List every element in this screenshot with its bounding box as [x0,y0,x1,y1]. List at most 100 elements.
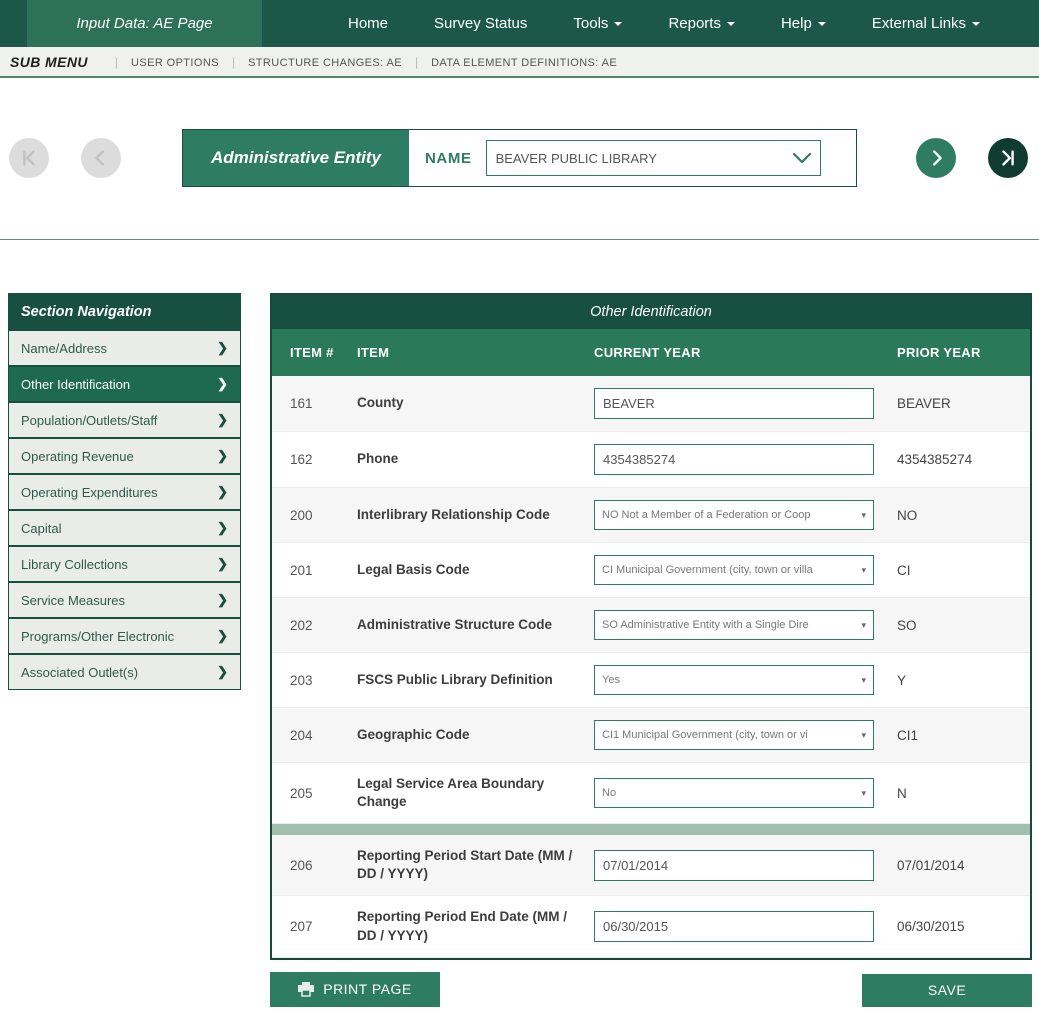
skip-last-icon [997,147,1019,169]
section-navigation-sidebar: Section Navigation Name/Address❯Other Id… [8,293,241,690]
item-label: Reporting Period Start Date (MM / DD / Y… [357,835,594,896]
item-label: Legal Basis Code [357,543,594,598]
prior-year-value: NO [897,488,1030,543]
nav-item-reports[interactable]: Reports [668,15,735,32]
item-number: 207 [272,896,357,957]
chevron-right-icon: ❯ [217,628,228,644]
item-number: 202 [272,598,357,653]
sidebar-item-population-outlets-staff[interactable]: Population/Outlets/Staff❯ [9,401,240,437]
table-row: 205Legal Service Area Boundary ChangeNo▾… [272,763,1030,824]
sidebar-title: Section Navigation [9,294,240,329]
chevron-right-icon: ❯ [217,340,228,356]
item-162-input[interactable] [594,444,874,475]
print-page-label: PRINT PAGE [323,981,412,997]
prior-year-value: 06/30/2015 [897,896,1030,957]
sidebar-item-library-collections[interactable]: Library Collections❯ [9,545,240,581]
table-body: 161CountyBEAVER162Phone4354385274200Inte… [272,376,1030,957]
submenu-separator: | [232,55,235,69]
last-record-button[interactable] [988,138,1028,178]
prior-year-value: SO [897,598,1030,653]
nav-active-page[interactable]: Input Data: AE Page [27,0,262,47]
item-204-select[interactable]: CI1 Municipal Government (city, town or … [594,720,874,750]
dropdown-arrow-icon: ▾ [861,788,866,799]
entity-name-select[interactable]: BEAVER PUBLIC LIBRARY [486,140,821,176]
nav-item-help[interactable]: Help [781,15,826,32]
sidebar-item-service-measures[interactable]: Service Measures❯ [9,581,240,617]
table-row: 203FSCS Public Library DefinitionYes▾Y [272,653,1030,708]
submenu-item-user-options[interactable]: USER OPTIONS [131,57,219,69]
current-year-cell: No▾ [594,763,897,824]
item-number: 204 [272,708,357,763]
column-header-prior-year: PRIOR YEAR [897,329,1030,376]
item-207-input[interactable] [594,911,874,942]
table-row: 206Reporting Period Start Date (MM / DD … [272,835,1030,896]
top-navbar: Input Data: AE Page Home Survey Status Too… [0,0,1039,47]
submenu-items: |USER OPTIONS|STRUCTURE CHANGES: AE|DATA… [102,55,617,69]
selected-option-label: CI1 Municipal Government (city, town or … [602,729,856,741]
current-year-cell: NO Not a Member of a Federation or Coop▾ [594,488,897,543]
prior-year-value: N [897,763,1030,824]
item-161-input[interactable] [594,388,874,419]
sidebar-item-programs-other-electronic[interactable]: Programs/Other Electronic ❯ [9,617,240,653]
sidebar-item-label: Population/Outlets/Staff [21,413,157,428]
nav-item-label: External Links [872,15,966,32]
sidebar-item-operating-expenditures[interactable]: Operating Expenditures❯ [9,473,240,509]
item-label: Administrative Structure Code [357,598,594,653]
sidebar-item-other-identification[interactable]: Other Identification❯ [9,365,240,401]
printer-icon [298,982,314,997]
item-number: 203 [272,653,357,708]
nav-item-survey-status[interactable]: Survey Status [434,15,527,32]
chevron-right-icon: ❯ [217,664,228,680]
sidebar-item-label: Library Collections [21,557,128,572]
item-label: Interlibrary Relationship Code [357,488,594,543]
column-header-item: ITEM [357,329,594,376]
item-203-select[interactable]: Yes▾ [594,665,874,695]
sidebar-item-capital[interactable]: Capital❯ [9,509,240,545]
entity-selector-box: Administrative Entity NAME BEAVER PUBLIC… [182,129,857,187]
chevron-down-icon [972,22,980,26]
item-205-select[interactable]: No▾ [594,778,874,808]
sidebar-item-label: Programs/Other Electronic [21,629,174,644]
table-header-row: ITEM #ITEMCURRENT YEARPRIOR YEAR [272,329,1030,376]
item-201-select[interactable]: CI Municipal Government (city, town or v… [594,555,874,585]
submenu-item-data-element-definitions-ae[interactable]: DATA ELEMENT DEFINITIONS: AE [431,57,617,69]
chevron-right-icon: ❯ [217,448,228,464]
sidebar-items: Name/Address❯Other Identification❯Popula… [9,329,240,689]
previous-record-button[interactable] [81,138,121,178]
separator-row [272,824,1030,835]
chevron-down-icon [818,22,826,26]
save-button[interactable]: SAVE [862,974,1032,1007]
prior-year-value: 4354385274 [897,432,1030,488]
submenu-item-structure-changes-ae[interactable]: STRUCTURE CHANGES: AE [248,57,402,69]
first-record-button[interactable] [9,138,49,178]
sidebar-item-label: Capital [21,521,61,536]
print-page-button[interactable]: PRINT PAGE [270,972,440,1007]
nav-item-tools[interactable]: Tools [573,15,622,32]
next-record-button[interactable] [916,138,956,178]
item-206-input[interactable] [594,850,874,881]
table-row: 161CountyBEAVER [272,376,1030,432]
chevron-down-icon [614,22,622,26]
current-year-cell [594,896,897,957]
sidebar-item-operating-revenue[interactable]: Operating Revenue❯ [9,437,240,473]
nav-item-label: Reports [668,15,721,32]
sidebar-item-associated-outlet-s[interactable]: Associated Outlet(s)❯ [9,653,240,689]
table-row: 207Reporting Period End Date (MM / DD / … [272,896,1030,957]
sidebar-item-label: Service Measures [21,593,125,608]
chevron-right-icon: ❯ [217,484,228,500]
item-label: FSCS Public Library Definition [357,653,594,708]
nav-item-label: Survey Status [434,15,527,32]
nav-item-label: Help [781,15,812,32]
submenu-title: SUB MENU [10,54,88,70]
nav-item-home[interactable]: Home [348,15,388,32]
item-202-select[interactable]: SO Administrative Entity with a Single D… [594,610,874,640]
item-200-select[interactable]: NO Not a Member of a Federation or Coop▾ [594,500,874,530]
prior-year-value: CI [897,543,1030,598]
submenu-separator: | [115,55,118,69]
item-label: Phone [357,432,594,488]
nav-item-external-links[interactable]: External Links [872,15,980,32]
table-row: 200Interlibrary Relationship CodeNO Not … [272,488,1030,543]
panel-title: Other Identification [272,295,1030,329]
sidebar-item-name-address[interactable]: Name/Address❯ [9,329,240,365]
table-row: 162Phone4354385274 [272,432,1030,488]
